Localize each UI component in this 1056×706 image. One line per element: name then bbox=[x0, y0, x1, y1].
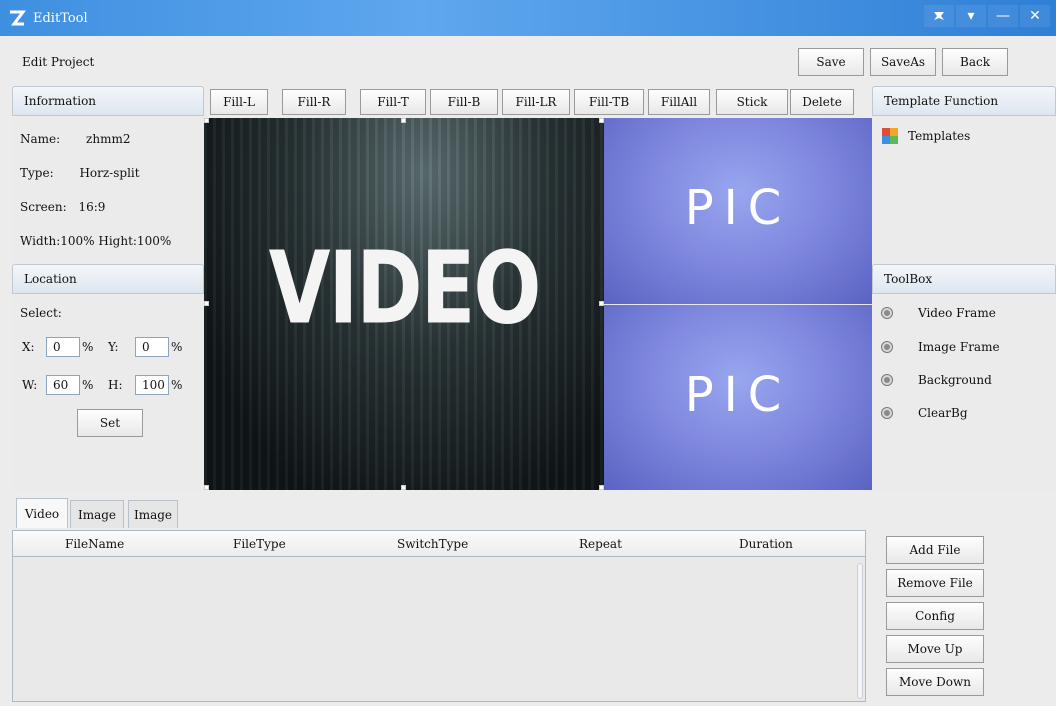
y-input[interactable]: 0 bbox=[135, 337, 169, 357]
column-filename[interactable]: FileName bbox=[65, 537, 124, 551]
h-unit: % bbox=[171, 378, 183, 392]
pic-region-top[interactable]: PIC bbox=[604, 118, 872, 304]
right-panel: Template Function Templates ToolBox Vide… bbox=[872, 86, 1056, 492]
add-file-button[interactable]: Add File bbox=[886, 536, 984, 564]
video-region[interactable]: VIDEO bbox=[204, 118, 604, 490]
fill-toolstrip: Fill-L Fill-R Fill-T Fill-B Fill-LR Fill… bbox=[204, 86, 872, 118]
gear-icon bbox=[882, 308, 892, 318]
screen-key: Screen: bbox=[20, 200, 67, 214]
remove-file-button[interactable]: Remove File bbox=[886, 569, 984, 597]
resize-handle[interactable] bbox=[401, 485, 406, 490]
gear-icon bbox=[882, 375, 892, 385]
column-switchtype[interactable]: SwitchType bbox=[397, 537, 468, 551]
w-label: W: bbox=[22, 378, 38, 392]
config-button[interactable]: Config bbox=[886, 602, 984, 630]
title-bar: EditTool ▾ — ✕ bbox=[0, 0, 1056, 36]
fill-b-button[interactable]: Fill-B bbox=[430, 89, 498, 115]
toolbox-header: ToolBox bbox=[872, 264, 1056, 294]
select-label: Select: bbox=[20, 306, 62, 320]
left-panel: Information Name: zhmm2 Type: Horz-split… bbox=[12, 86, 204, 492]
gear-icon bbox=[882, 342, 892, 352]
fill-t-button[interactable]: Fill-T bbox=[360, 89, 426, 115]
x-unit: % bbox=[82, 340, 94, 354]
resize-handle[interactable] bbox=[204, 301, 209, 306]
toolbox-item-label: Video Frame bbox=[918, 306, 996, 320]
set-button[interactable]: Set bbox=[77, 409, 143, 437]
templates-item[interactable]: Templates bbox=[882, 128, 970, 144]
video-label: VIDEO bbox=[268, 230, 542, 347]
save-button[interactable]: Save bbox=[798, 48, 864, 76]
pin-icon[interactable] bbox=[924, 5, 954, 27]
w-unit: % bbox=[82, 378, 94, 392]
pic-region-bottom[interactable]: PIC bbox=[604, 305, 872, 490]
back-button[interactable]: Back bbox=[942, 48, 1008, 76]
table-header: FileName FileType SwitchType Repeat Dura… bbox=[13, 531, 865, 557]
resize-handle[interactable] bbox=[599, 485, 604, 490]
y-label: Y: bbox=[108, 340, 119, 354]
media-list-section: Video Image Image FileName FileType Swit… bbox=[0, 492, 1056, 706]
fill-lr-button[interactable]: Fill-LR bbox=[502, 89, 570, 115]
resize-handle[interactable] bbox=[599, 118, 604, 123]
delete-button[interactable]: Delete bbox=[790, 89, 854, 115]
gear-icon bbox=[882, 408, 892, 418]
toolbox-background[interactable]: Background bbox=[882, 373, 992, 387]
x-input[interactable]: 0 bbox=[46, 337, 80, 357]
location-header: Location bbox=[12, 264, 204, 294]
info-screen: Screen: 16:9 bbox=[20, 200, 105, 214]
info-name: Name: zhmm2 bbox=[20, 132, 130, 146]
screen-value: 16:9 bbox=[78, 200, 106, 214]
type-value: Horz-split bbox=[79, 166, 140, 180]
resize-handle[interactable] bbox=[204, 485, 209, 490]
template-function-header: Template Function bbox=[872, 86, 1056, 116]
h-input[interactable]: 100 bbox=[135, 375, 169, 395]
tab-image-1[interactable]: Image bbox=[70, 500, 124, 528]
fill-r-button[interactable]: Fill-R bbox=[282, 89, 346, 115]
resize-handle[interactable] bbox=[204, 118, 209, 123]
w-input[interactable]: 60 bbox=[46, 375, 80, 395]
info-type: Type: Horz-split bbox=[20, 166, 140, 180]
templates-label: Templates bbox=[908, 129, 971, 143]
y-unit: % bbox=[171, 340, 183, 354]
column-duration[interactable]: Duration bbox=[739, 537, 793, 551]
vertical-scrollbar[interactable] bbox=[857, 563, 863, 699]
fill-l-button[interactable]: Fill-L bbox=[210, 89, 268, 115]
window-title: EditTool bbox=[33, 11, 88, 26]
layout-canvas[interactable]: VIDEO PIC PIC bbox=[204, 118, 872, 490]
pic-label-top: PIC bbox=[684, 180, 792, 236]
name-key: Name: bbox=[20, 132, 61, 146]
information-header: Information bbox=[12, 86, 204, 116]
resize-handle[interactable] bbox=[401, 118, 406, 123]
column-filetype[interactable]: FileType bbox=[233, 537, 286, 551]
fill-tb-button[interactable]: Fill-TB bbox=[574, 89, 644, 115]
resize-handle[interactable] bbox=[599, 301, 604, 306]
toolbox-item-label: Image Frame bbox=[918, 340, 1000, 354]
toolbox-item-label: Background bbox=[918, 373, 992, 387]
fill-all-button[interactable]: FillAll bbox=[648, 89, 710, 115]
section-label: Edit Project bbox=[22, 55, 95, 69]
tab-image-2[interactable]: Image bbox=[128, 500, 178, 528]
dropdown-icon[interactable]: ▾ bbox=[956, 5, 986, 27]
stick-button[interactable]: Stick bbox=[716, 89, 788, 115]
move-down-button[interactable]: Move Down bbox=[886, 668, 984, 696]
minimize-icon[interactable]: — bbox=[988, 5, 1018, 27]
file-table[interactable]: FileName FileType SwitchType Repeat Dura… bbox=[12, 530, 866, 702]
move-up-button[interactable]: Move Up bbox=[886, 635, 984, 663]
app-logo-icon bbox=[10, 10, 26, 26]
pic-label-bottom: PIC bbox=[684, 367, 792, 423]
project-toolbar: Edit Project Save SaveAs Back bbox=[0, 36, 1056, 86]
h-label: H: bbox=[108, 378, 123, 392]
toolbox-clearbg[interactable]: ClearBg bbox=[882, 406, 968, 420]
column-repeat[interactable]: Repeat bbox=[579, 537, 622, 551]
tab-video[interactable]: Video bbox=[16, 498, 68, 528]
name-value: zhmm2 bbox=[86, 132, 131, 146]
saveas-button[interactable]: SaveAs bbox=[870, 48, 936, 76]
close-icon[interactable]: ✕ bbox=[1020, 5, 1050, 27]
templates-icon bbox=[882, 128, 898, 144]
toolbox-video-frame[interactable]: Video Frame bbox=[882, 306, 996, 320]
info-size: Width:100% Hight:100% bbox=[20, 234, 172, 248]
x-label: X: bbox=[22, 340, 35, 354]
toolbox-image-frame[interactable]: Image Frame bbox=[882, 340, 1000, 354]
type-key: Type: bbox=[20, 166, 54, 180]
toolbox-item-label: ClearBg bbox=[918, 406, 968, 420]
